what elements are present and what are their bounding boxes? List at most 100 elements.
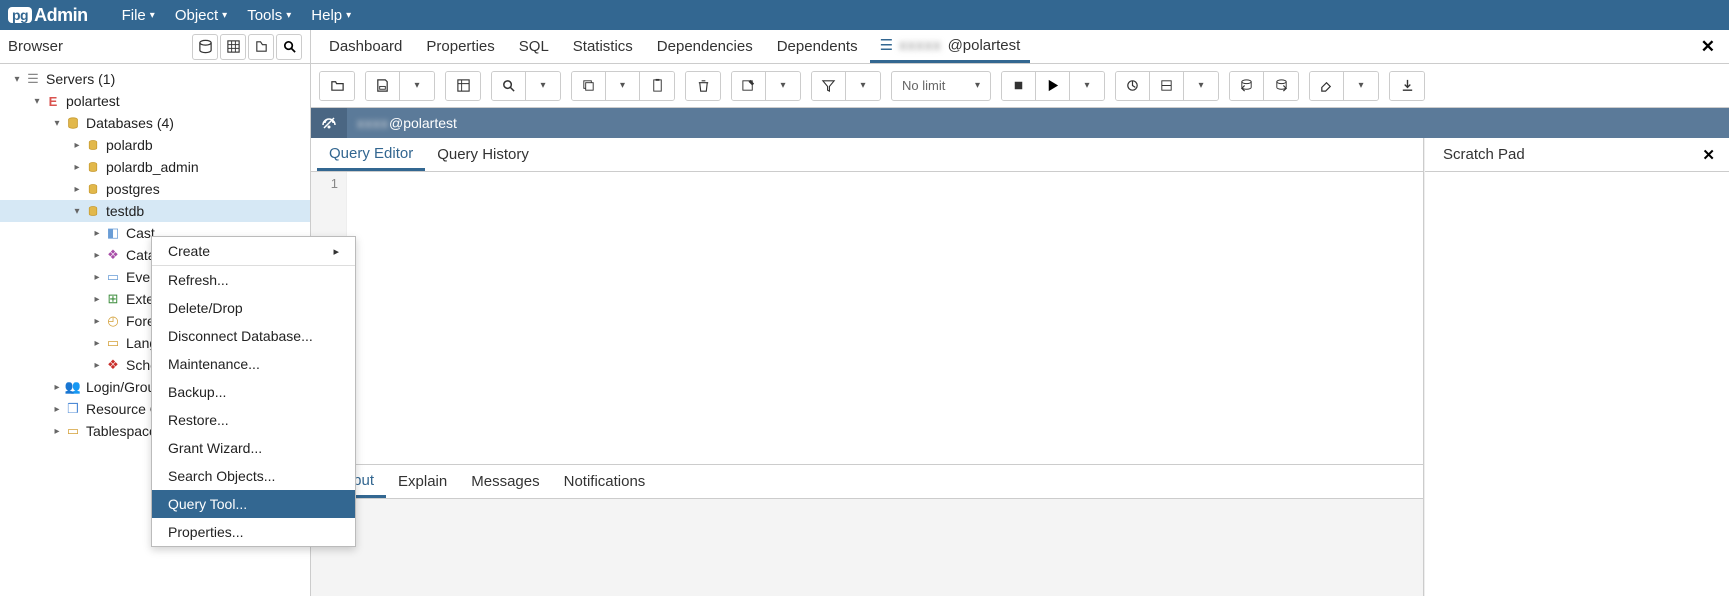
query-toolbar: ▾ ▾ ▾ ▾ ▾ No limit▾ (311, 64, 1729, 108)
browser-tool-3[interactable] (248, 34, 274, 60)
tab-dashboard[interactable]: Dashboard (317, 30, 414, 63)
server-icon: ☰ (880, 36, 893, 54)
delete-button[interactable] (686, 72, 720, 100)
conn-blur: xxxx (357, 115, 389, 131)
ctx-refresh[interactable]: Refresh... (152, 266, 355, 294)
commit-button[interactable] (1230, 72, 1264, 100)
browser-tool-2[interactable] (220, 34, 246, 60)
rollback-button[interactable] (1264, 72, 1298, 100)
browser-search[interactable] (276, 34, 302, 60)
tab-sql[interactable]: SQL (507, 30, 561, 63)
tablespace-icon: ▭ (64, 423, 82, 439)
explain-button[interactable] (1116, 72, 1150, 100)
clear-dropdown[interactable]: ▾ (1344, 72, 1378, 100)
languages-icon: ▭ (104, 335, 122, 351)
schemas-icon: ❖ (104, 357, 122, 373)
catalogs-icon: ❖ (104, 247, 122, 263)
casts-icon: ◧ (104, 225, 122, 241)
output-tabs: Output Explain Messages Notifications (311, 465, 1423, 499)
tab-dependencies[interactable]: Dependencies (645, 30, 765, 63)
ctx-disconnect[interactable]: Disconnect Database... (152, 322, 355, 350)
server-group-icon: ☰ (24, 71, 42, 87)
app-logo: pg Admin (8, 5, 88, 26)
ctx-properties[interactable]: Properties... (152, 518, 355, 546)
edit-dropdown[interactable]: ▾ (766, 72, 800, 100)
caret-down-icon: ▾ (150, 10, 155, 21)
conn-suffix: @polartest (948, 37, 1021, 54)
ctx-search-objects[interactable]: Search Objects... (152, 462, 355, 490)
tab-statistics[interactable]: Statistics (561, 30, 645, 63)
explain-analyze-button[interactable] (1150, 72, 1184, 100)
tab-messages[interactable]: Messages (459, 465, 551, 498)
filter-button[interactable] (812, 72, 846, 100)
explain-dropdown[interactable]: ▾ (1184, 72, 1218, 100)
caret-down-icon: ▾ (222, 10, 227, 21)
paste-button[interactable] (640, 72, 674, 100)
ctx-backup[interactable]: Backup... (152, 378, 355, 406)
copy-button[interactable] (572, 72, 606, 100)
edit-button[interactable] (732, 72, 766, 100)
tab-query-history[interactable]: Query History (425, 138, 541, 171)
filter-dropdown[interactable]: ▾ (846, 72, 880, 100)
resource-icon: ❒ (64, 401, 82, 417)
tab-notifications[interactable]: Notifications (552, 465, 658, 498)
ctx-maintenance[interactable]: Maintenance... (152, 350, 355, 378)
ctx-restore[interactable]: Restore... (152, 406, 355, 434)
execute-dropdown[interactable]: ▾ (1070, 72, 1104, 100)
ctx-grant-wizard[interactable]: Grant Wizard... (152, 434, 355, 462)
find-button[interactable] (446, 72, 480, 100)
database-icon (84, 161, 102, 173)
fdw-icon: ◴ (104, 313, 122, 329)
save-dropdown[interactable]: ▾ (400, 72, 434, 100)
main-panel: Dashboard Properties SQL Statistics Depe… (311, 30, 1729, 596)
caret-down-icon: ▾ (346, 10, 351, 21)
scratch-tabs: Scratch Pad ✕ (1425, 138, 1729, 172)
clear-button[interactable] (1310, 72, 1344, 100)
tab-scratch-pad[interactable]: Scratch Pad (1431, 138, 1537, 171)
open-file-button[interactable] (320, 72, 354, 100)
search-dropdown[interactable]: ▾ (526, 72, 560, 100)
tab-query-editor[interactable]: Query Editor (317, 138, 425, 171)
scratch-close-button[interactable]: ✕ (1694, 146, 1723, 164)
browser-header: Browser (0, 30, 310, 64)
tab-close-button[interactable]: ✕ (1693, 37, 1723, 57)
conn-blur: xxxxx (899, 37, 942, 54)
tab-dependents[interactable]: Dependents (765, 30, 870, 63)
output-body (311, 499, 1423, 596)
query-editor[interactable]: 1 (311, 172, 1423, 464)
tree-connection[interactable]: ▾Epolartest (0, 90, 310, 112)
ctx-query-tool[interactable]: Query Tool... (152, 490, 355, 518)
search-button[interactable] (492, 72, 526, 100)
editor-code-area[interactable] (347, 172, 1423, 464)
stop-button[interactable] (1002, 72, 1036, 100)
ctx-delete[interactable]: Delete/Drop (152, 294, 355, 322)
main-tabs: Dashboard Properties SQL Statistics Depe… (311, 30, 1729, 64)
copy-dropdown[interactable]: ▾ (606, 72, 640, 100)
menu-help[interactable]: Help▾ (301, 3, 361, 28)
tree-servers[interactable]: ▾☰Servers (1) (0, 68, 310, 90)
login-icon: 👥 (64, 379, 82, 395)
tree-db-postgres[interactable]: ▸postgres (0, 178, 310, 200)
tree-db-polardb-admin[interactable]: ▸polardb_admin (0, 156, 310, 178)
tree-db-polardb[interactable]: ▸polardb (0, 134, 310, 156)
menu-file[interactable]: File▾ (112, 3, 165, 28)
save-button[interactable] (366, 72, 400, 100)
scratch-pad-body[interactable] (1425, 172, 1729, 596)
extensions-icon: ⊞ (104, 291, 122, 307)
tab-query-session[interactable]: ☰ xxxxx @polartest (870, 30, 1031, 63)
tab-properties[interactable]: Properties (414, 30, 506, 63)
caret-down-icon: ▾ (286, 10, 291, 21)
tree-db-testdb[interactable]: ▾testdb (0, 200, 310, 222)
tab-explain[interactable]: Explain (386, 465, 459, 498)
tree-databases[interactable]: ▾Databases (4) (0, 112, 310, 134)
download-button[interactable] (1390, 72, 1424, 100)
limit-select[interactable]: No limit▾ (891, 71, 991, 101)
tree: ▾☰Servers (1) ▾Epolartest ▾Databases (4)… (0, 64, 310, 596)
menu-tools[interactable]: Tools▾ (237, 3, 301, 28)
context-menu: Create▸ Refresh... Delete/Drop Disconnec… (151, 236, 356, 547)
ctx-create[interactable]: Create▸ (152, 237, 355, 265)
menu-object[interactable]: Object▾ (165, 3, 237, 28)
browser-tool-1[interactable] (192, 34, 218, 60)
execute-button[interactable] (1036, 72, 1070, 100)
connection-status-icon[interactable] (311, 108, 347, 138)
